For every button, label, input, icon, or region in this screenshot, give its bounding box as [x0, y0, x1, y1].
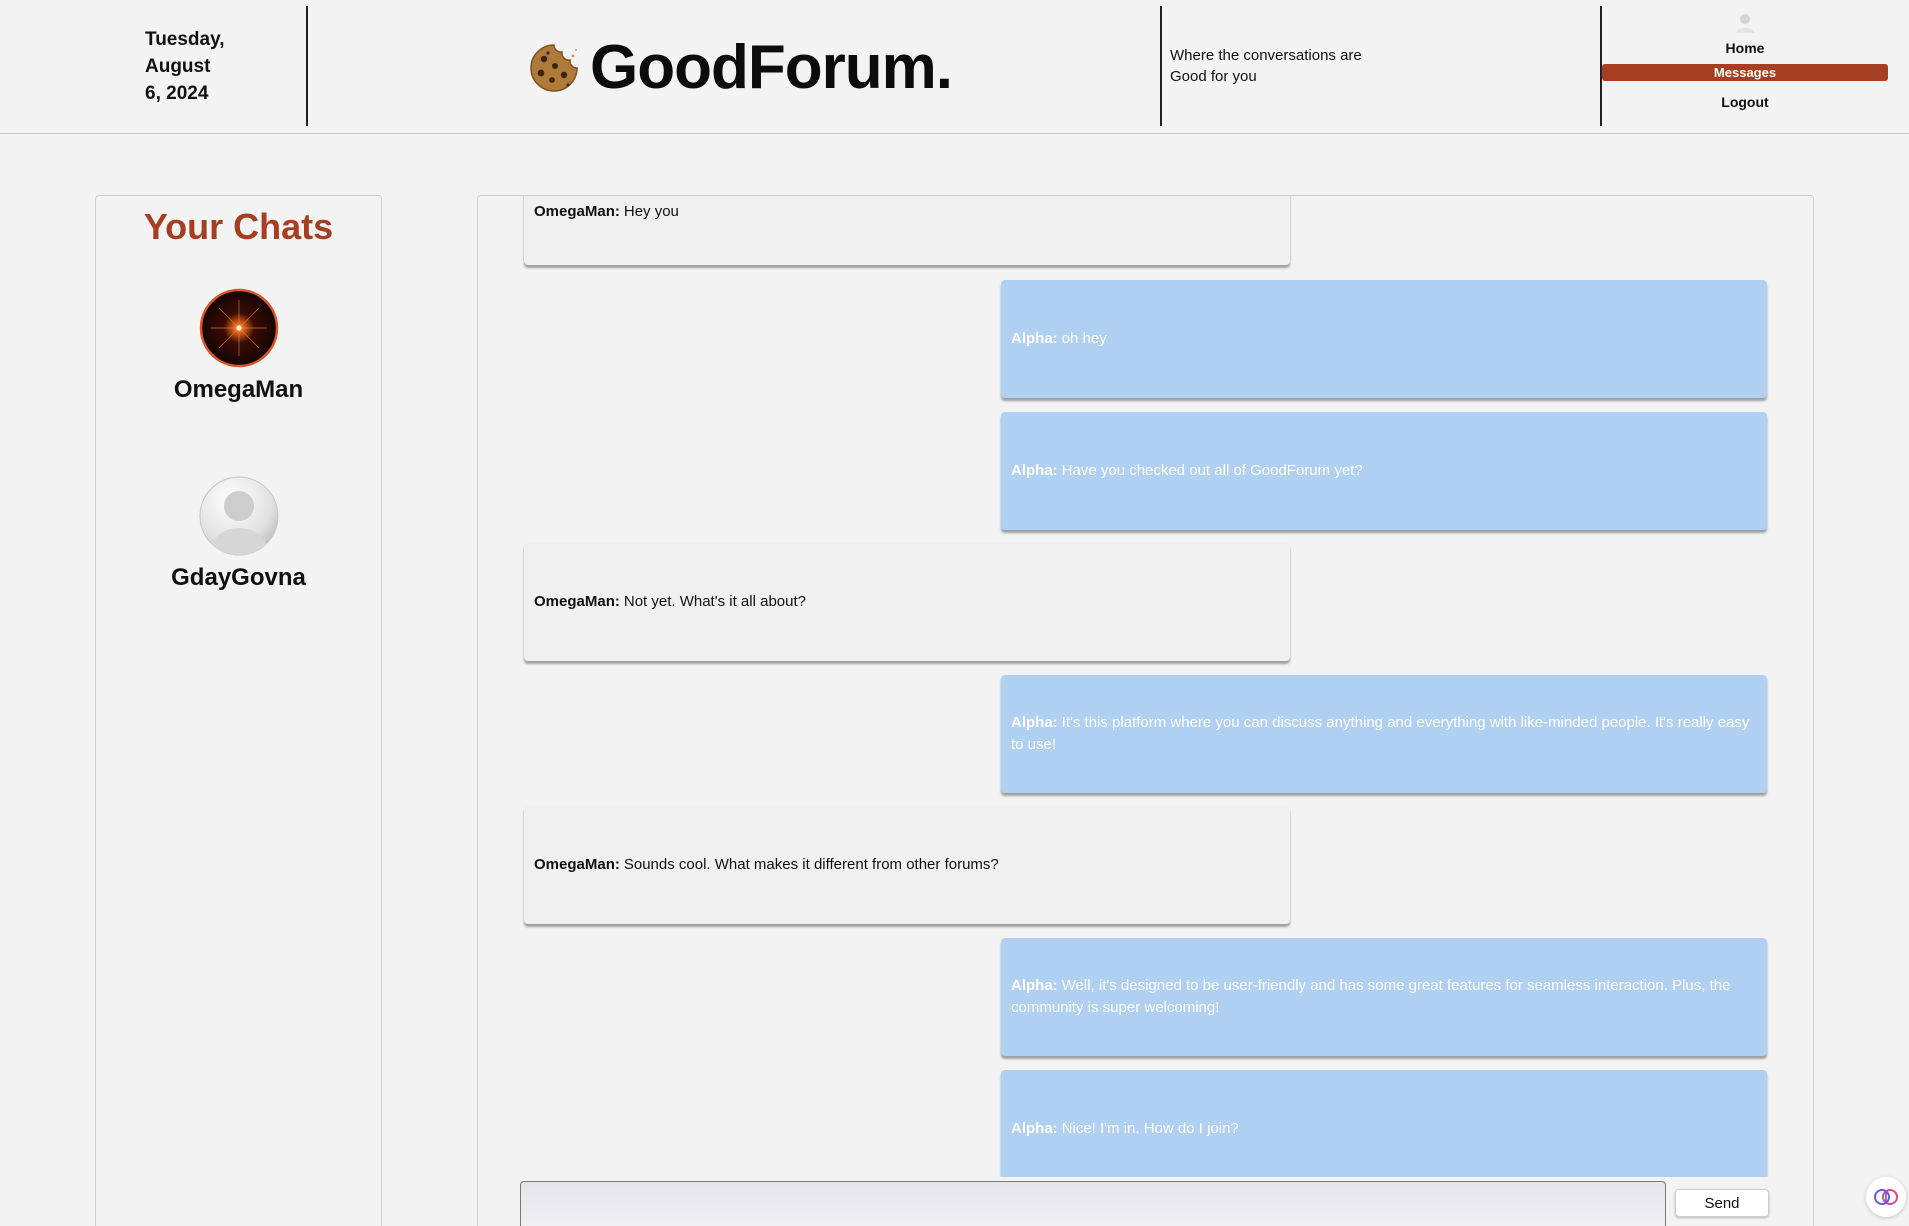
message-text: Well, it's designed to be user-friendly … — [1011, 977, 1731, 1016]
message-sender: OmegaMan: — [534, 203, 620, 220]
message-bubble: Alpha: Nice! I'm in. How do I join? — [1001, 1070, 1767, 1177]
message-bubble: Alpha: Well, it's designed to be user-fri… — [1001, 938, 1767, 1056]
message-text: Hey you — [623, 203, 679, 220]
send-button[interactable]: Send — [1675, 1189, 1769, 1217]
chat-panel: OmegaMan: Hey you Alpha: oh hey Alpha: Have… — [477, 195, 1814, 1226]
message-text: oh hey — [1061, 330, 1107, 347]
header-divider — [306, 6, 308, 126]
date-line: 6, 2024 — [145, 83, 209, 104]
brain-icon — [1874, 1189, 1898, 1205]
message-bubble: Alpha: oh hey — [1001, 280, 1767, 398]
message-bubble: Alpha: Have you checked out all of GoodFo… — [1001, 412, 1767, 530]
logo-text: GoodForum. — [590, 32, 953, 102]
message-sender: Alpha: — [1011, 977, 1058, 994]
message-text: Sounds cool. What makes it different fro… — [623, 856, 999, 873]
message-text: It's this platform where you can discuss… — [1011, 714, 1750, 753]
message-sender: Alpha: — [1011, 462, 1058, 479]
date-line: Tuesday, — [145, 29, 225, 50]
site-header: Tuesday, August 6, 2024 GoodForum. Where… — [0, 0, 1909, 134]
message-bubble: OmegaMan: Not yet. What's it all about? — [524, 543, 1290, 661]
chats-sidebar: Your Chats OmegaMan GdayGovna — [95, 195, 382, 1226]
message-text: Not yet. What's it all about? — [623, 593, 806, 610]
nav-logout[interactable]: Logout — [1602, 94, 1888, 110]
message-sender: Alpha: — [1011, 1120, 1058, 1137]
message-sender: Alpha: — [1011, 330, 1058, 347]
chat-item-gdaygovna[interactable]: GdayGovna — [96, 476, 381, 592]
message-sender: OmegaMan: — [534, 593, 620, 610]
nav-home[interactable]: Home — [1602, 40, 1888, 56]
tagline-line: Good for you — [1170, 68, 1257, 85]
cookie-icon — [530, 43, 578, 92]
date-line: August — [145, 56, 211, 77]
main-nav: Home Messages Logout — [1602, 12, 1888, 110]
current-date: Tuesday, August 6, 2024 — [145, 26, 295, 107]
chat-name: OmegaMan — [173, 376, 304, 403]
message-bubble: OmegaMan: Hey you — [524, 196, 1290, 265]
message-sender: Alpha: — [1011, 714, 1058, 731]
tagline-line: Where the conversations are — [1170, 47, 1362, 64]
nav-messages[interactable]: Messages — [1602, 64, 1888, 81]
default-user-avatar — [199, 476, 278, 556]
user-icon[interactable] — [1734, 12, 1756, 34]
message-bubble: Alpha: It's this platform where you can d… — [1001, 675, 1767, 793]
chat-item-omegaman[interactable]: OmegaMan — [96, 288, 381, 404]
message-sender: OmegaMan: — [534, 856, 620, 873]
tagline: Where the conversations are Good for you — [1170, 45, 1390, 87]
message-bubble: OmegaMan: Sounds cool. What makes it diff… — [524, 806, 1290, 924]
starburst-avatar — [199, 288, 278, 368]
message-text: Nice! I'm in. How do I join? — [1061, 1120, 1239, 1137]
header-divider — [1160, 6, 1162, 126]
message-input[interactable] — [520, 1181, 1666, 1226]
assistant-button[interactable] — [1866, 1177, 1906, 1217]
sidebar-title: Your Chats — [143, 206, 334, 247]
site-logo[interactable]: GoodForum. — [528, 30, 953, 105]
chat-name: GdayGovna — [171, 564, 306, 591]
message-text: Have you checked out all of GoodForum ye… — [1061, 462, 1363, 479]
message-list[interactable]: OmegaMan: Hey you Alpha: oh hey Alpha: Have… — [478, 196, 1813, 1177]
message-composer: Send — [520, 1181, 1810, 1226]
